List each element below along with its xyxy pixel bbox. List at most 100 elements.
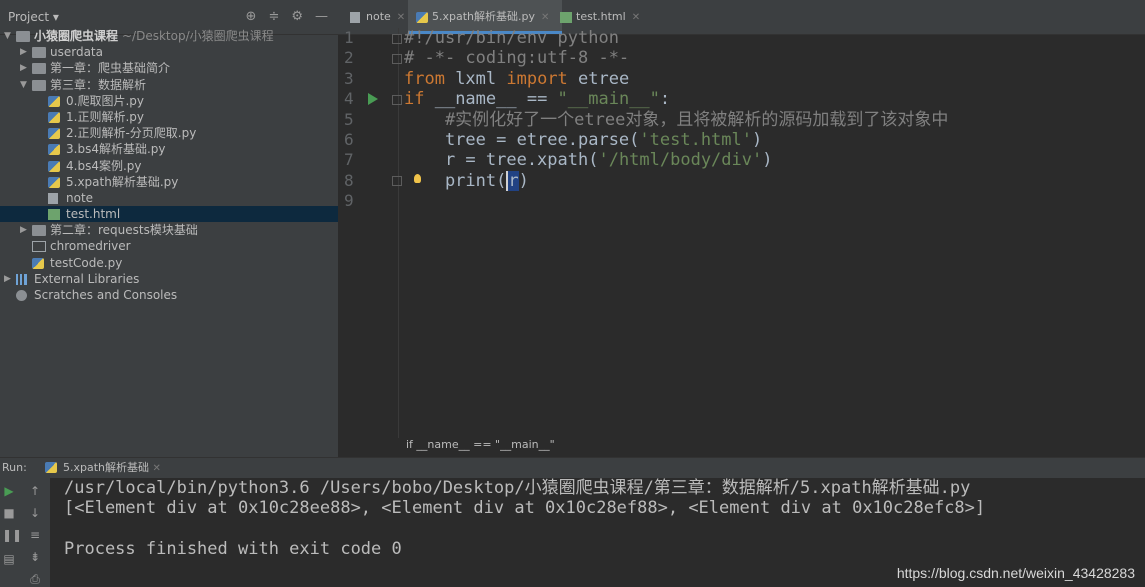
watermark: https://blog.csdn.net/weixin_43428283 — [896, 565, 1135, 581]
pause-icon[interactable]: ❚❚ — [2, 528, 22, 542]
fold-icon[interactable] — [392, 34, 402, 44]
tab-label: test.html — [576, 10, 626, 23]
collapsed-arrow-icon[interactable]: ▶ — [20, 222, 30, 238]
soft-wrap-icon[interactable]: ≡ — [28, 528, 42, 542]
tree-item-label: 第三章：数据解析 — [50, 77, 147, 92]
run-panel: Run: 5.xpath解析基础 ✕ ▶ ↑ ■ ↓ ❚❚ ≡ ▤ ⇟ ⎙ /u… — [0, 457, 1145, 587]
code-line-5: #实例化好了一个etree对象，且将被解析的源码加载到了该对象中 — [404, 110, 949, 130]
text-file-icon — [48, 192, 58, 204]
python-file-icon — [48, 111, 60, 123]
console-line: [<Element div at 0x10c28ee88>, <Element … — [64, 498, 986, 518]
tree-item[interactable]: 0.爬取图片.py — [0, 93, 338, 109]
tree-item-label: note — [66, 190, 94, 205]
python-file-icon — [48, 128, 60, 140]
tree-item[interactable]: ▶ External Libraries — [0, 271, 338, 287]
run-header: Run: 5.xpath解析基础 ✕ — [0, 458, 1145, 478]
scroll-to-end-icon[interactable]: ⇟ — [28, 550, 42, 564]
code-line-8: print(r) — [404, 171, 529, 191]
tree-item[interactable]: 4.bs4案例.py — [0, 158, 338, 174]
code-line-7: r = tree.xpath('/html/body/div') — [404, 150, 773, 170]
tree-item-label: 3.bs4解析基础.py — [66, 142, 166, 157]
tree-item[interactable]: ▼ 第三章：数据解析 — [0, 77, 338, 93]
python-file-icon — [416, 12, 428, 23]
tree-item-label: 小猿圈爬虫课程 — [34, 29, 119, 43]
tree-item-label: 0.爬取图片.py — [66, 93, 144, 108]
run-main-icon[interactable] — [368, 93, 378, 105]
line-number: 1 — [344, 28, 354, 47]
tree-item-label: 第一章：爬虫基础简介 — [50, 61, 171, 76]
code-line-6: tree = etree.parse('test.html') — [404, 130, 763, 150]
run-toolbar: ▶ ↑ ■ ↓ ❚❚ ≡ ▤ ⇟ ⎙ — [0, 478, 50, 587]
line-number: 6 — [344, 130, 354, 149]
tree-item[interactable]: test.html — [0, 206, 338, 223]
console-line: /usr/local/bin/python3.6 /Users/bobo/Des… — [64, 478, 971, 498]
print-icon[interactable]: ⎙ — [28, 572, 42, 586]
tree-item-label: 第二章：requests模块基础 — [50, 223, 198, 238]
code-line-3: from lxml import etree — [404, 69, 630, 89]
gutter-divider — [398, 28, 399, 438]
down-arrow-icon[interactable]: ↓ — [28, 506, 42, 520]
tree-item-label: userdata — [50, 45, 103, 60]
tree-item-label: testCode.py — [50, 255, 123, 270]
tree-item[interactable]: ▶ 第一章：爬虫基础简介 — [0, 60, 338, 76]
tree-item[interactable]: 2.正则解析-分页爬取.py — [0, 125, 338, 141]
up-arrow-icon[interactable]: ↑ — [28, 484, 42, 498]
folder-icon — [32, 47, 46, 59]
console-line: Process finished with exit code 0 — [64, 539, 402, 559]
scratch-icon — [16, 290, 27, 301]
folder-icon — [16, 31, 30, 42]
line-number: 4 — [344, 89, 354, 109]
tree-item[interactable]: chromedriver — [0, 238, 338, 254]
python-file-icon — [45, 462, 57, 473]
tree-item[interactable]: Scratches and Consoles — [0, 287, 338, 303]
tab-label: 5.xpath解析基础.py — [432, 10, 536, 23]
code-line-1: #!/usr/bin/env python — [404, 28, 619, 48]
stop-icon[interactable]: ■ — [2, 506, 16, 520]
tree-item-label: Scratches and Consoles — [34, 288, 178, 302]
tree-item[interactable]: ▼ 小猿圈爬虫课程 ~/Desktop/小猿圈爬虫课程 — [0, 28, 338, 44]
expanded-arrow-icon[interactable]: ▼ — [4, 28, 14, 44]
collapsed-arrow-icon[interactable]: ▶ — [4, 271, 14, 287]
tree-item[interactable]: testCode.py — [0, 255, 338, 271]
line-number: 8 — [344, 170, 354, 190]
tree-item-label: External Libraries — [34, 271, 140, 286]
tree-item-label: 4.bs4案例.py — [66, 158, 142, 173]
text-file-icon — [350, 12, 360, 23]
line-gutter: 123456789 — [338, 28, 398, 428]
code-line-4: if __name__ == "__main__": — [404, 89, 671, 109]
folder-icon — [32, 79, 46, 91]
tree-item-label: chromedriver — [50, 239, 131, 254]
tree-item[interactable]: 3.bs4解析基础.py — [0, 141, 338, 157]
html-file-icon — [48, 209, 60, 221]
fold-icon[interactable] — [392, 54, 402, 64]
layout-icon[interactable]: ▤ — [2, 552, 16, 566]
tree-item-path: ~/Desktop/小猿圈爬虫课程 — [122, 29, 274, 43]
python-file-icon — [48, 144, 60, 156]
tree-item[interactable]: 5.xpath解析基础.py — [0, 174, 338, 190]
collapsed-arrow-icon[interactable]: ▶ — [20, 60, 30, 76]
rerun-icon[interactable]: ▶ — [2, 484, 16, 498]
expanded-arrow-icon[interactable]: ▼ — [20, 77, 30, 93]
run-tab[interactable]: 5.xpath解析基础 ✕ — [45, 458, 161, 479]
close-icon[interactable]: ✕ — [541, 12, 549, 23]
tree-item[interactable]: note — [0, 190, 338, 206]
collapsed-arrow-icon[interactable]: ▶ — [20, 44, 30, 60]
run-label: Run: — [2, 461, 27, 474]
breadcrumb[interactable]: if __name__ == "__main__" — [406, 438, 555, 451]
tree-item[interactable]: ▶ 第二章：requests模块基础 — [0, 222, 338, 238]
library-icon — [16, 273, 27, 285]
line-number: 7 — [344, 150, 354, 170]
fold-icon[interactable] — [392, 176, 402, 186]
tree-item[interactable]: ▶ userdata — [0, 44, 338, 60]
folder-icon — [32, 63, 46, 75]
close-icon[interactable]: ✕ — [153, 463, 161, 474]
folder-icon — [32, 225, 46, 237]
python-file-icon — [48, 160, 60, 172]
line-number: 5 — [344, 109, 354, 129]
close-icon[interactable]: ✕ — [397, 12, 405, 23]
close-icon[interactable]: ✕ — [632, 12, 640, 23]
code-line-2: # -*- coding:utf-8 -*- — [404, 48, 630, 68]
tree-item[interactable]: 1.正则解析.py — [0, 109, 338, 125]
fold-icon[interactable] — [392, 95, 402, 105]
tree-item-label: 5.xpath解析基础.py — [66, 174, 179, 189]
